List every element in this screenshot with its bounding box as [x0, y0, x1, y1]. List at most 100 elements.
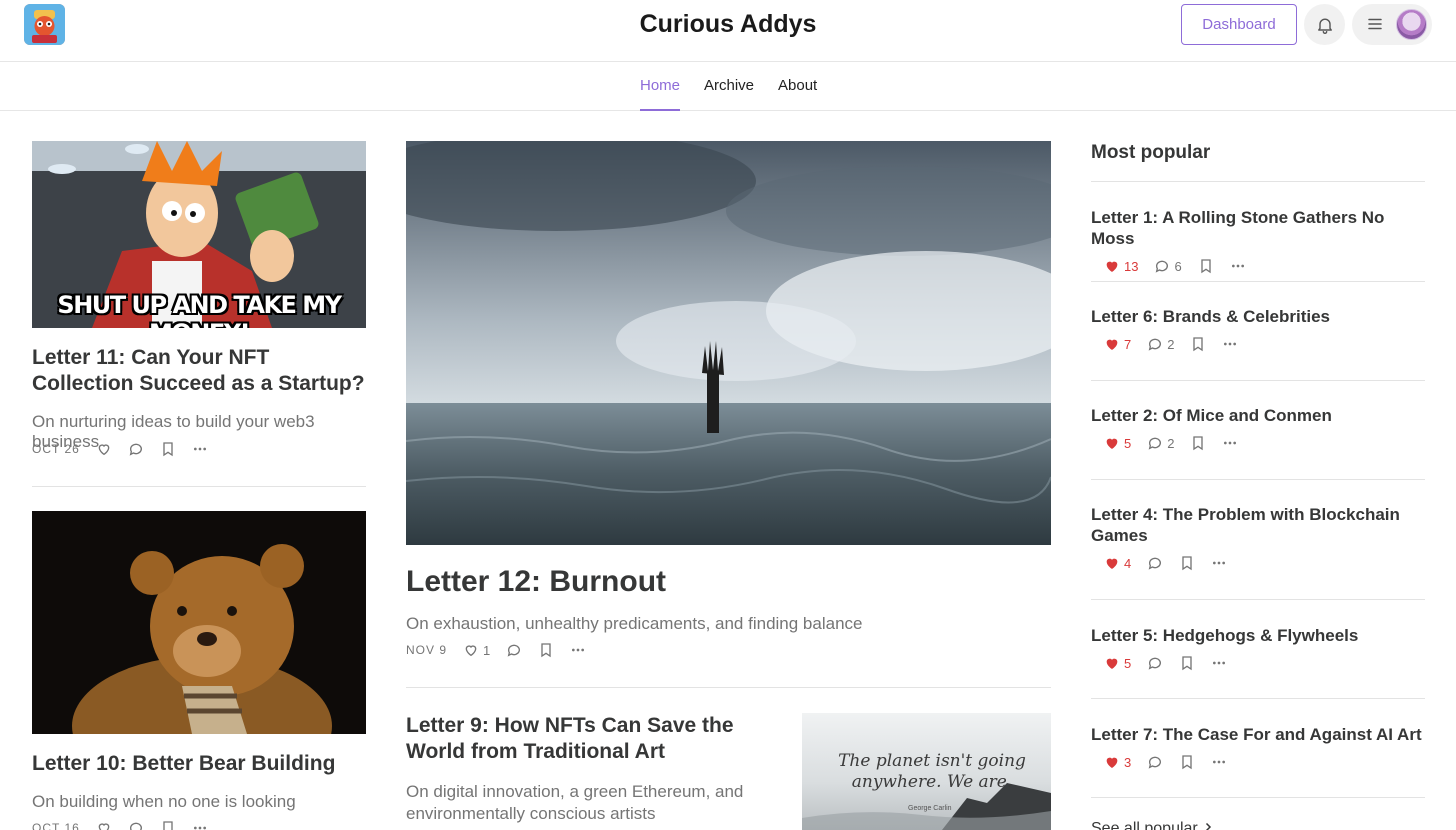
like-count: 7: [1124, 336, 1132, 352]
more-icon: [1213, 661, 1226, 665]
account-menu-button[interactable]: [1352, 4, 1432, 45]
avatar: [1396, 9, 1427, 40]
comment-icon: [1148, 437, 1162, 450]
comment-button[interactable]: 6: [1154, 258, 1182, 274]
comment-icon: [1148, 756, 1162, 769]
like-count: 5: [1124, 435, 1132, 451]
tab-home[interactable]: Home: [640, 77, 681, 111]
bookmark-icon: [1193, 337, 1204, 352]
more-button[interactable]: [570, 642, 586, 658]
letter-12-hero-image[interactable]: [406, 141, 1051, 545]
bookmark-button[interactable]: [1198, 258, 1214, 274]
letter-9-title[interactable]: Letter 9: How NFTs Can Save the World fr…: [406, 713, 778, 765]
more-button[interactable]: [1222, 435, 1238, 451]
popular-post-meta: 7 2: [1091, 335, 1425, 353]
popular-post-title[interactable]: Letter 6: Brands & Celebrities: [1091, 306, 1425, 327]
comment-button[interactable]: [1147, 754, 1163, 770]
bookmark-icon: [163, 821, 173, 830]
letter-9-thumbnail[interactable]: The planet isn't going anywhere. We are.…: [802, 713, 1051, 830]
like-button[interactable]: 3: [1104, 754, 1131, 770]
divider: [1091, 479, 1425, 480]
tab-archive[interactable]: Archive: [704, 77, 754, 111]
comment-button[interactable]: 2: [1147, 336, 1174, 352]
more-button[interactable]: [192, 441, 208, 457]
more-button[interactable]: [1222, 336, 1238, 352]
more-button[interactable]: [1211, 655, 1227, 671]
more-icon: [1224, 441, 1237, 445]
comment-icon: [1148, 557, 1162, 570]
popular-post[interactable]: Letter 6: Brands & Celebrities 7 2: [1091, 306, 1425, 353]
more-button[interactable]: [1211, 754, 1227, 770]
post-date: OCT 26: [32, 442, 80, 456]
popular-post[interactable]: Letter 4: The Problem with Blockchain Ga…: [1091, 504, 1425, 572]
divider: [406, 687, 1051, 688]
section-nav: Home Archive About: [0, 62, 1456, 111]
bookmark-button[interactable]: [538, 642, 554, 658]
like-button[interactable]: [96, 820, 112, 830]
popular-post-title[interactable]: Letter 4: The Problem with Blockchain Ga…: [1091, 504, 1425, 546]
heart-filled-icon: [1106, 438, 1118, 449]
more-button[interactable]: [1230, 258, 1246, 274]
like-count: 3: [1124, 754, 1132, 770]
dashboard-button[interactable]: Dashboard: [1181, 4, 1297, 45]
heart-icon: [465, 645, 477, 657]
letter-12-title[interactable]: Letter 12: Burnout: [406, 564, 1051, 600]
comment-icon: [1148, 657, 1162, 670]
more-icon: [1224, 342, 1237, 346]
comment-button[interactable]: [1147, 555, 1163, 571]
more-button[interactable]: [192, 820, 208, 830]
bookmark-button[interactable]: [1190, 336, 1206, 352]
notifications-button[interactable]: [1304, 4, 1345, 45]
popular-post-meta: 4: [1091, 554, 1425, 572]
heart-filled-icon: [1106, 339, 1118, 350]
post-date: NOV 9: [406, 643, 448, 657]
bookmark-button[interactable]: [1179, 555, 1195, 571]
bookmark-button[interactable]: [160, 441, 176, 457]
like-button[interactable]: 4: [1104, 555, 1131, 571]
most-popular-heading: Most popular: [1091, 142, 1211, 163]
comment-button[interactable]: [128, 820, 144, 830]
letter-10-title[interactable]: Letter 10: Better Bear Building: [32, 751, 366, 777]
bookmark-button[interactable]: [1190, 435, 1206, 451]
popular-post[interactable]: Letter 7: The Case For and Against AI Ar…: [1091, 724, 1425, 771]
comment-button[interactable]: [128, 441, 144, 457]
like-button[interactable]: 5: [1104, 655, 1131, 671]
letter-11-title[interactable]: Letter 11: Can Your NFT Collection Succe…: [32, 345, 366, 397]
like-count: 1: [483, 642, 491, 658]
comment-button[interactable]: [1147, 655, 1163, 671]
letter-10-thumbnail[interactable]: [32, 511, 366, 734]
comment-button[interactable]: 2: [1147, 435, 1174, 451]
bookmark-icon: [1201, 259, 1211, 274]
divider: [1091, 281, 1425, 282]
popular-post-meta: 5: [1091, 654, 1425, 672]
popular-post-title[interactable]: Letter 1: A Rolling Stone Gathers No Mos…: [1091, 207, 1425, 249]
tab-about[interactable]: About: [778, 77, 817, 111]
chevron-right-icon: [1206, 822, 1212, 830]
bookmark-button[interactable]: [1179, 754, 1195, 770]
letter-11-thumbnail[interactable]: SHUT UP AND TAKE MY MONEY!: [32, 141, 366, 328]
like-button[interactable]: [96, 441, 112, 457]
heart-icon: [98, 823, 110, 830]
popular-post-title[interactable]: Letter 5: Hedgehogs & Flywheels: [1091, 625, 1425, 646]
like-button[interactable]: 5: [1104, 435, 1131, 451]
popular-post-title[interactable]: Letter 2: Of Mice and Conmen: [1091, 405, 1425, 426]
bookmark-button[interactable]: [1179, 655, 1195, 671]
popular-post[interactable]: Letter 5: Hedgehogs & Flywheels 5: [1091, 625, 1425, 672]
more-button[interactable]: [1211, 555, 1227, 571]
bookmark-button[interactable]: [160, 820, 176, 830]
popular-post[interactable]: Letter 2: Of Mice and Conmen 5 2: [1091, 405, 1425, 452]
comment-icon: [1156, 260, 1169, 273]
like-button[interactable]: 1: [463, 642, 490, 658]
comment-count: 2: [1167, 336, 1175, 352]
see-all-popular-link[interactable]: See all popular: [1091, 820, 1214, 830]
like-button[interactable]: 7: [1104, 336, 1131, 352]
bookmark-icon: [1182, 556, 1192, 571]
like-button[interactable]: 13: [1104, 258, 1138, 274]
comment-button[interactable]: [506, 642, 522, 658]
bookmark-icon: [1182, 755, 1192, 770]
like-count: 5: [1124, 655, 1132, 671]
letter-12-subtitle: On exhaustion, unhealthy predicaments, a…: [406, 614, 863, 633]
popular-post[interactable]: Letter 1: A Rolling Stone Gathers No Mos…: [1091, 207, 1425, 275]
divider: [1091, 698, 1425, 699]
popular-post-title[interactable]: Letter 7: The Case For and Against AI Ar…: [1091, 724, 1425, 745]
